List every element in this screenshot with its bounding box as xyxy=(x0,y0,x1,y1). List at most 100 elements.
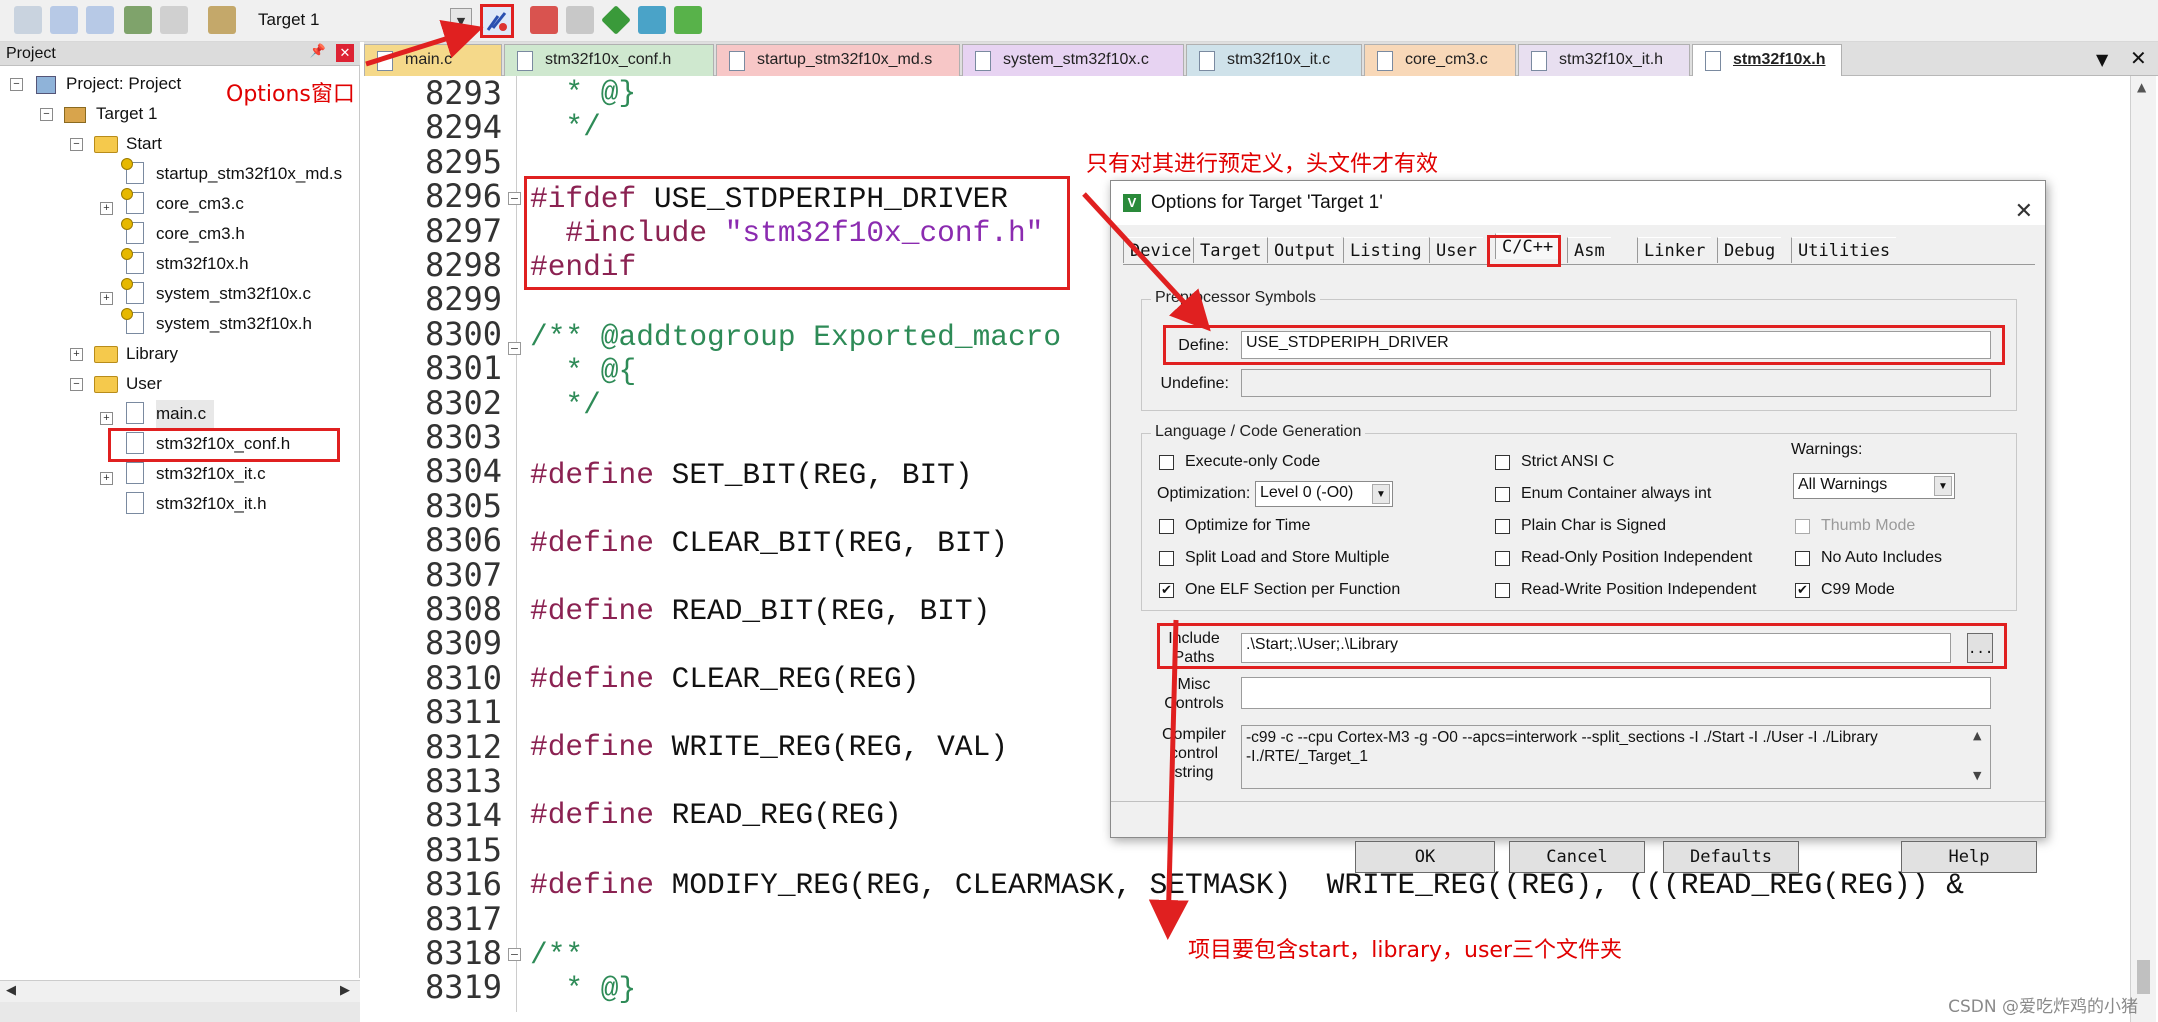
manage-project-items-icon[interactable] xyxy=(530,6,558,34)
scroll-left-icon[interactable]: ◀ xyxy=(6,983,16,998)
tree-file[interactable]: startup_stm32f10x_md.s xyxy=(156,160,342,188)
translate-icon[interactable] xyxy=(14,6,42,34)
dialog-tab[interactable]: Device xyxy=(1123,237,1198,263)
close-icon[interactable]: ✕ xyxy=(2015,189,2033,233)
defaults-button[interactable]: Defaults xyxy=(1663,841,1799,873)
undefine-label: Undefine: xyxy=(1160,375,1230,392)
help-button[interactable]: Help xyxy=(1901,841,2037,873)
scroll-right-icon[interactable]: ▶ xyxy=(340,983,350,998)
line-number: 8310 xyxy=(424,658,502,697)
dialog-tab[interactable]: User xyxy=(1429,237,1483,263)
no-auto-includes-checkbox[interactable] xyxy=(1795,551,1810,566)
editor-tab[interactable]: stm32f10x.h xyxy=(1692,44,1842,76)
expand-icon[interactable]: + xyxy=(100,472,113,485)
download-icon[interactable] xyxy=(208,6,236,34)
tree-group-library[interactable]: Library xyxy=(126,340,178,368)
tree-file[interactable]: core_cm3.h xyxy=(156,220,245,248)
tree-item-project[interactable]: Project: Project xyxy=(36,70,181,98)
rw-pi-checkbox[interactable] xyxy=(1495,583,1510,598)
expand-icon[interactable]: + xyxy=(70,348,83,361)
source-file-icon xyxy=(121,278,144,304)
fold-icon[interactable]: − xyxy=(508,342,521,355)
chevron-down-icon[interactable]: ▼ xyxy=(450,8,472,34)
optimization-select[interactable]: Level 0 (-O0) ▼ xyxy=(1255,481,1393,507)
tree-group-start[interactable]: Start xyxy=(126,130,162,158)
pack-installer-icon[interactable] xyxy=(638,6,666,34)
split-load-label: Split Load and Store Multiple xyxy=(1185,549,1390,566)
tree-file[interactable]: stm32f10x_it.c xyxy=(156,460,266,488)
source-file-icon xyxy=(126,462,144,484)
scroll-down-icon[interactable]: ▼ xyxy=(1973,769,1981,782)
ro-pi-checkbox[interactable] xyxy=(1495,551,1510,566)
one-elf-checkbox[interactable]: ✔ xyxy=(1159,583,1174,598)
ok-button[interactable]: OK xyxy=(1355,841,1495,873)
pin-icon[interactable]: 📌 xyxy=(310,43,326,59)
scroll-up-icon[interactable]: ▲ xyxy=(2137,80,2146,94)
device-database-icon[interactable] xyxy=(674,6,702,34)
tree-item-target[interactable]: Target 1 xyxy=(64,100,157,128)
dialog-tab[interactable]: Utilities xyxy=(1791,237,1897,263)
editor-tab[interactable]: main.c xyxy=(364,44,502,76)
close-icon[interactable]: ✕ xyxy=(2130,46,2147,70)
dialog-tab[interactable]: Debug xyxy=(1717,237,1782,263)
dialog-tab[interactable]: Asm xyxy=(1567,237,1611,263)
fold-icon[interactable]: − xyxy=(508,192,521,205)
split-load-checkbox[interactable] xyxy=(1159,551,1174,566)
strict-ansi-checkbox[interactable] xyxy=(1495,455,1510,470)
tree-group-user[interactable]: User xyxy=(126,370,162,398)
tree-file[interactable]: system_stm32f10x.h xyxy=(156,310,312,338)
undefine-input[interactable] xyxy=(1241,369,1991,397)
rebuild-icon[interactable] xyxy=(86,6,114,34)
dialog-titlebar: V Options for Target 'Target 1' ✕ xyxy=(1111,181,2045,225)
close-icon[interactable]: ✕ xyxy=(336,44,354,62)
thumb-mode-checkbox[interactable] xyxy=(1795,519,1810,534)
execute-only-checkbox[interactable] xyxy=(1159,455,1174,470)
cancel-button[interactable]: Cancel xyxy=(1509,841,1645,873)
collapse-icon[interactable]: − xyxy=(10,78,23,91)
select-packs-icon[interactable] xyxy=(566,6,594,34)
scroll-thumb[interactable] xyxy=(2137,960,2150,994)
editor-tab-bar: main.c stm32f10x_conf.h startup_stm32f10x_… xyxy=(364,42,2158,76)
collapse-icon[interactable]: − xyxy=(70,378,83,391)
collapse-icon[interactable]: − xyxy=(40,108,53,121)
editor-tab[interactable]: core_cm3.c xyxy=(1364,44,1516,76)
options-for-target-icon[interactable] xyxy=(480,4,514,38)
misc-controls-input[interactable] xyxy=(1241,677,1991,709)
target-select[interactable]: Target 1 xyxy=(258,10,319,30)
fold-icon[interactable]: − xyxy=(508,948,521,961)
dialog-tab[interactable]: Target xyxy=(1193,237,1268,263)
editor-tab[interactable]: startup_stm32f10x_md.s xyxy=(716,44,960,76)
optimize-time-checkbox[interactable] xyxy=(1159,519,1174,534)
stop-build-icon[interactable] xyxy=(160,6,188,34)
warnings-select[interactable]: All Warnings ▼ xyxy=(1793,473,1955,499)
editor-tab[interactable]: system_stm32f10x.c xyxy=(962,44,1184,76)
tree-file[interactable]: stm32f10x.h xyxy=(156,250,249,278)
tree-file[interactable]: core_cm3.c xyxy=(156,190,244,218)
build-icon[interactable] xyxy=(50,6,78,34)
expand-icon[interactable]: + xyxy=(100,292,113,305)
enum-container-checkbox[interactable] xyxy=(1495,487,1510,502)
tree-file[interactable]: stm32f10x_it.h xyxy=(156,490,267,518)
source-file-icon xyxy=(121,188,144,214)
batch-build-icon[interactable] xyxy=(124,6,152,34)
dialog-tab[interactable]: Listing xyxy=(1343,237,1428,263)
plain-char-checkbox[interactable] xyxy=(1495,519,1510,534)
dialog-tab[interactable]: Linker xyxy=(1637,237,1712,263)
horizontal-scrollbar[interactable]: ◀ ▶ xyxy=(0,980,360,1002)
c99-mode-checkbox[interactable]: ✔ xyxy=(1795,583,1810,598)
collapse-icon[interactable]: − xyxy=(70,138,83,151)
tree-file[interactable]: main.c xyxy=(156,400,215,428)
editor-tab[interactable]: stm32f10x_conf.h xyxy=(504,44,714,76)
misc-controls-label: Misc Controls xyxy=(1164,676,1224,712)
tree-file[interactable]: system_stm32f10x.c xyxy=(156,280,311,308)
expand-icon[interactable]: + xyxy=(100,202,113,215)
manage-run-time-icon[interactable] xyxy=(601,5,631,35)
editor-tab[interactable]: stm32f10x_it.h xyxy=(1518,44,1690,76)
vertical-scrollbar[interactable]: ▲ xyxy=(2130,76,2156,1022)
scroll-up-icon[interactable]: ▲ xyxy=(1973,729,1981,742)
dialog-tab[interactable]: Output xyxy=(1267,237,1342,263)
tab-list-icon[interactable]: ▼ xyxy=(2096,50,2108,69)
panel-tabs[interactable] xyxy=(0,1002,360,1022)
expand-icon[interactable]: + xyxy=(100,412,113,425)
editor-tab[interactable]: stm32f10x_it.c xyxy=(1186,44,1362,76)
